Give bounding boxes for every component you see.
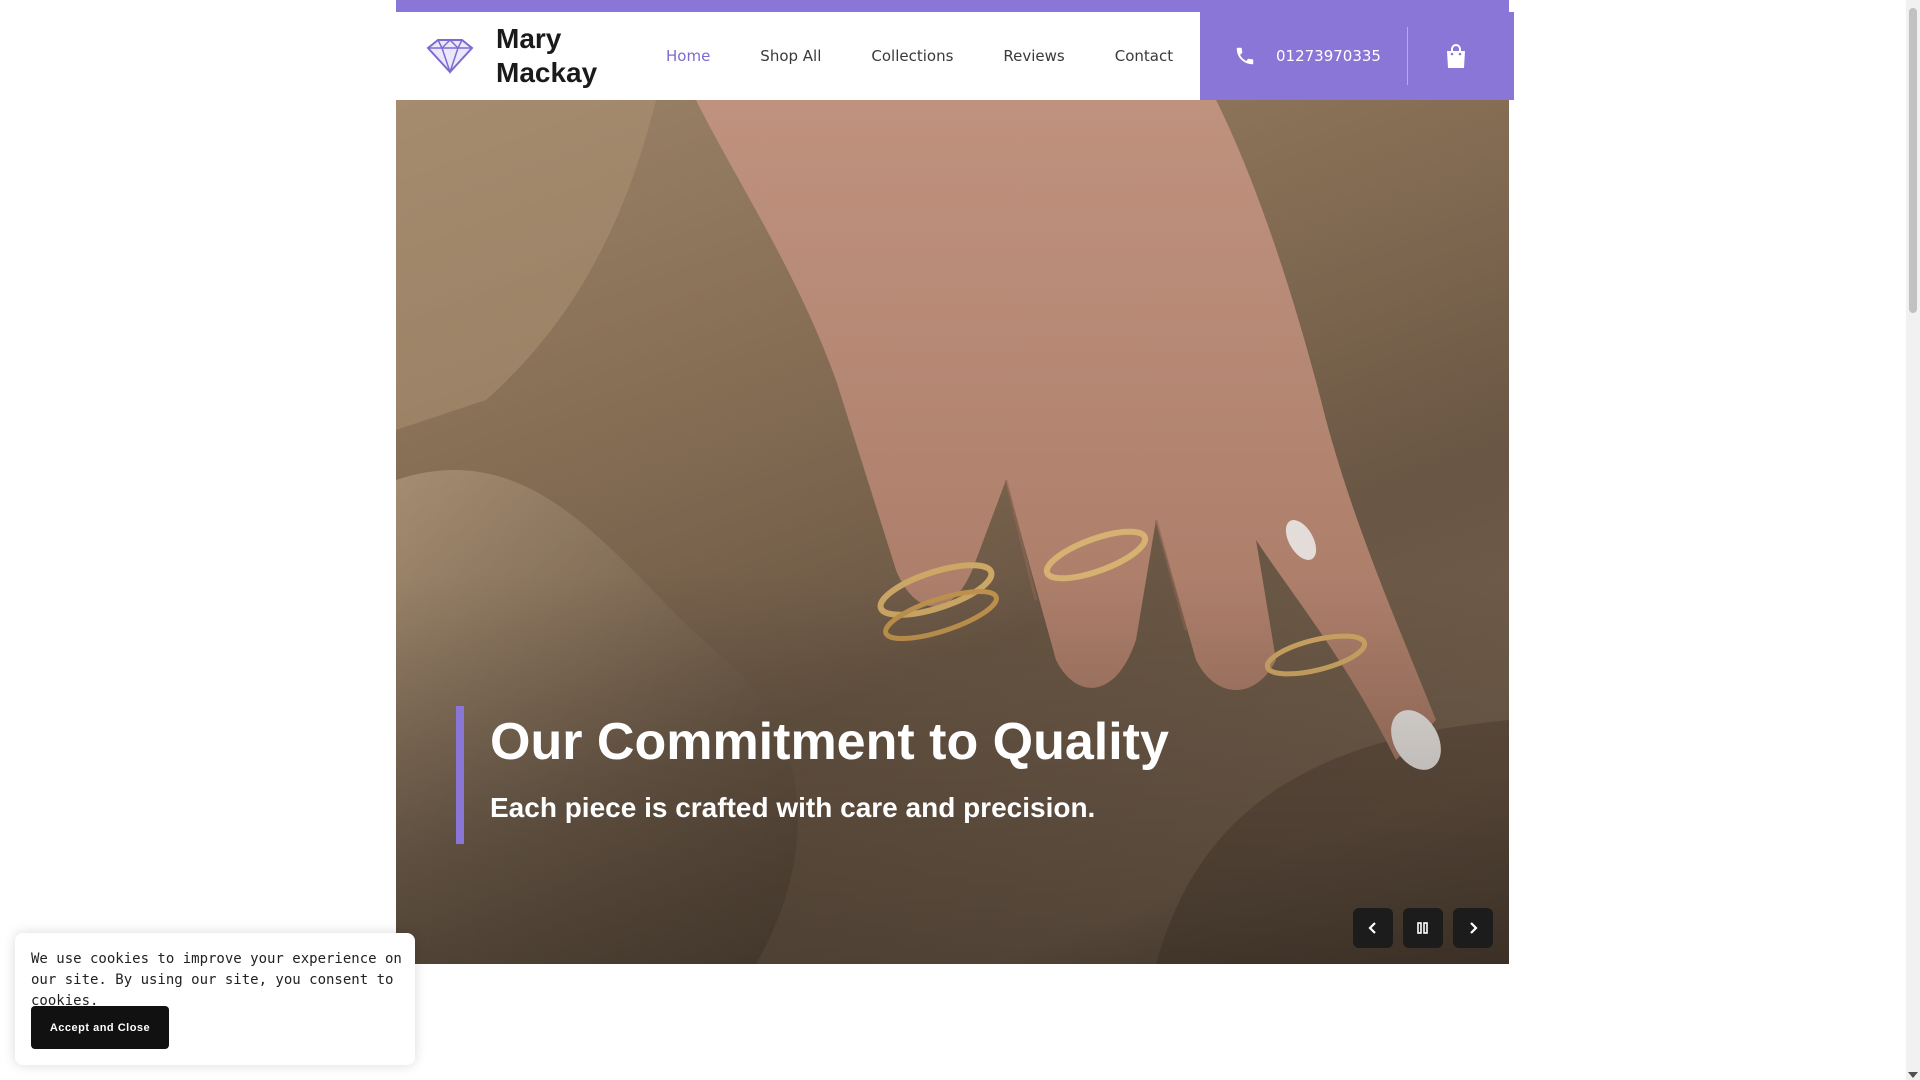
nav-reviews[interactable]: Reviews xyxy=(1003,47,1064,65)
contact-panel: 01273970335 xyxy=(1200,12,1514,100)
scroll-down-icon[interactable] xyxy=(1908,1072,1918,1078)
top-accent-strip xyxy=(396,0,1509,12)
diamond-icon xyxy=(426,38,474,75)
cookie-message: We use cookies to improve your experienc… xyxy=(31,951,402,1009)
cookie-banner: We use cookies to improve your experienc… xyxy=(15,933,415,1065)
scrollbar-thumb[interactable] xyxy=(1909,8,1917,313)
phone-icon xyxy=(1236,47,1254,65)
hero-caption: Our Commitment to Quality Each piece is … xyxy=(456,706,1169,844)
accept-cookies-button[interactable]: Accept and Close xyxy=(31,1006,169,1049)
hero-title: Our Commitment to Quality xyxy=(490,713,1169,771)
brand-name: Mary Mackay xyxy=(496,23,598,88)
phone-number: 01273970335 xyxy=(1276,47,1381,65)
pause-icon xyxy=(1417,922,1428,934)
shopping-bag-icon[interactable] xyxy=(1444,43,1468,69)
slider-next-button[interactable] xyxy=(1453,908,1493,948)
slider-pause-button[interactable] xyxy=(1403,908,1443,948)
nav-shop-all[interactable]: Shop All xyxy=(760,47,821,65)
nav-collections[interactable]: Collections xyxy=(871,47,953,65)
main-nav: Home Shop All Collections Reviews Contac… xyxy=(666,47,1223,65)
nav-contact[interactable]: Contact xyxy=(1115,47,1173,65)
slider-prev-button[interactable] xyxy=(1353,908,1393,948)
contact-divider xyxy=(1407,27,1408,85)
hero-subtitle: Each piece is crafted with care and prec… xyxy=(490,792,1096,823)
nav-home[interactable]: Home xyxy=(666,47,710,65)
chevron-left-icon xyxy=(1368,922,1376,934)
hero-slider: Our Commitment to Quality Each piece is … xyxy=(396,100,1509,964)
phone-link[interactable]: 01273970335 xyxy=(1234,45,1407,67)
page-scrollbar[interactable] xyxy=(1906,0,1920,1080)
site-header: Mary Mackay Home Shop All Collections Re… xyxy=(396,12,1200,100)
slider-controls xyxy=(1343,908,1493,948)
chevron-right-icon xyxy=(1470,922,1478,934)
logo[interactable]: Mary Mackay xyxy=(420,22,626,90)
